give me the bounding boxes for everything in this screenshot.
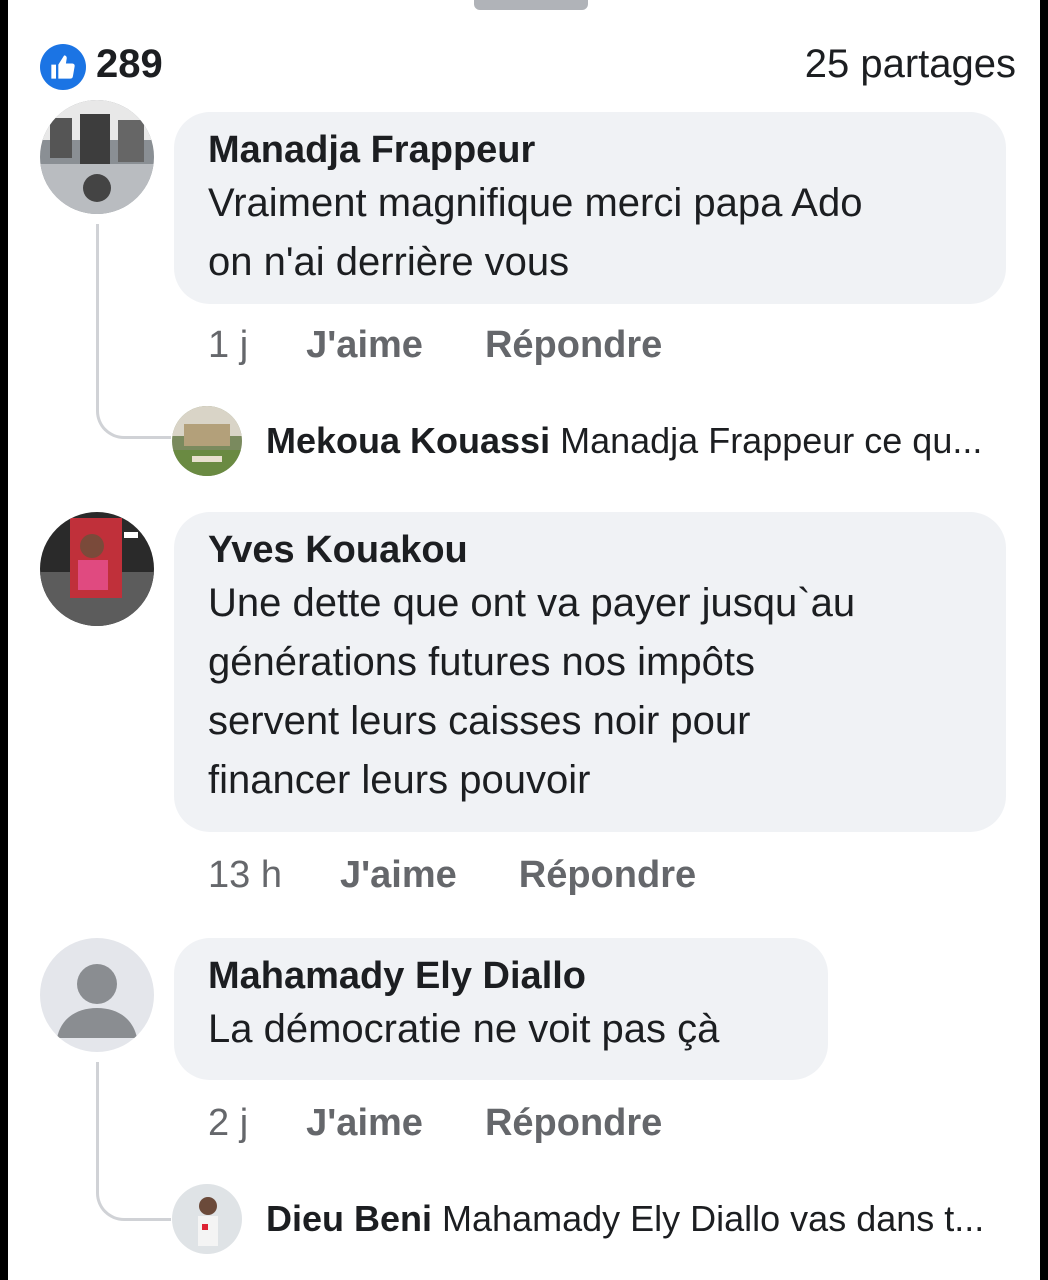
avatar-manadja-frappeur[interactable] (40, 100, 154, 214)
default-user-avatar[interactable] (40, 938, 154, 1052)
comment-author[interactable]: Yves Kouakou (208, 526, 972, 574)
like-button[interactable]: J'aime (306, 1102, 423, 1145)
comment-text-line: Une dette que ont va payer jusqu`au (208, 581, 856, 625)
comment-author[interactable]: Manadja Frappeur (208, 126, 972, 174)
comment-text-line: on n'ai derrière vous (208, 240, 570, 284)
comment-text-line: financer leurs pouvoir (208, 758, 591, 802)
reply-button[interactable]: Répondre (519, 854, 696, 897)
comment-bubble[interactable]: Manadja Frappeur Vraiment magnifique mer… (174, 112, 1006, 304)
avatar-yves-kouakou[interactable] (40, 512, 154, 626)
avatar-dieu-beni[interactable] (172, 1184, 242, 1254)
reply-text: Mahamady Ely Diallo vas dans t... (442, 1198, 985, 1239)
sheet-drag-handle[interactable] (474, 0, 588, 10)
comment-author[interactable]: Mahamady Ely Diallo (208, 952, 794, 1000)
like-button[interactable]: J'aime (340, 854, 457, 897)
reply-button[interactable]: Répondre (485, 324, 662, 367)
shares-count[interactable]: 25 partages (805, 42, 1016, 87)
reply-author[interactable]: Dieu Beni (266, 1198, 432, 1239)
comment-text-line: Vraiment magnifique merci papa Ado (208, 181, 863, 225)
comment-actions: 1 j J'aime Répondre (208, 324, 662, 367)
comment-bubble[interactable]: Mahamady Ely Diallo La démocratie ne voi… (174, 938, 828, 1080)
comments-sheet: 289 25 partages Manadja Frappeur Vraimen… (8, 0, 1040, 1280)
comment-bubble[interactable]: Yves Kouakou Une dette que ont va payer … (174, 512, 1006, 832)
reply-thread-line (96, 224, 171, 439)
comment-actions: 13 h J'aime Répondre (208, 854, 696, 897)
reply-thread-line (96, 1062, 171, 1221)
reply-preview[interactable]: Dieu Beni Mahamady Ely Diallo vas dans t… (266, 1198, 984, 1240)
comment-actions: 2 j J'aime Répondre (208, 1102, 662, 1145)
comment-timestamp[interactable]: 1 j (208, 324, 248, 367)
like-count[interactable]: 289 (96, 42, 163, 87)
comment-text-line: La démocratie ne voit pas çà (208, 1007, 720, 1051)
reply-text: Manadja Frappeur ce qu... (560, 420, 983, 461)
comment-text-line: servent leurs caisses noir pour (208, 699, 751, 743)
comment-timestamp[interactable]: 2 j (208, 1102, 248, 1145)
avatar-mekoua-kouassi[interactable] (172, 406, 242, 476)
reply-preview[interactable]: Mekoua Kouassi Manadja Frappeur ce qu... (266, 420, 982, 462)
comment-timestamp[interactable]: 13 h (208, 854, 282, 897)
comment-text-line: générations futures nos impôts (208, 640, 755, 684)
thumbs-up-icon[interactable] (40, 44, 86, 90)
reply-author[interactable]: Mekoua Kouassi (266, 420, 550, 461)
reaction-summary: 289 25 partages (36, 40, 1016, 90)
reply-button[interactable]: Répondre (485, 1102, 662, 1145)
like-button[interactable]: J'aime (306, 324, 423, 367)
